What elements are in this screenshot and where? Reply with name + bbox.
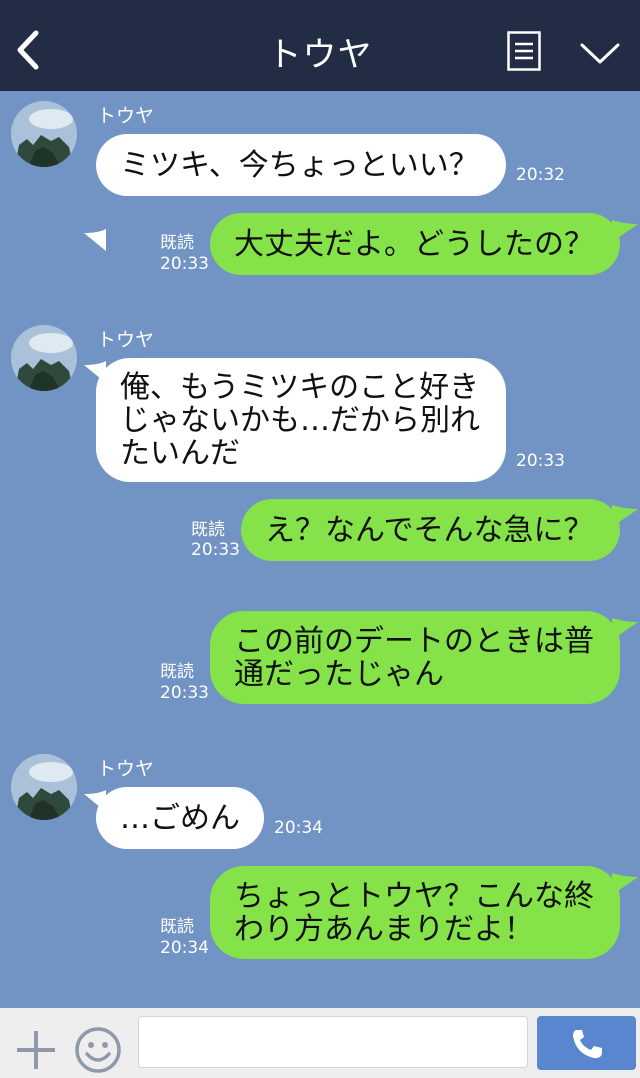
message-composer <box>0 1008 640 1078</box>
bubble-tail <box>612 873 638 895</box>
message-input[interactable] <box>138 1016 528 1068</box>
read-receipt: 既読 <box>191 520 225 540</box>
smiley-icon <box>75 1027 121 1073</box>
menu-button[interactable] <box>507 31 541 71</box>
message-text: ミツキ、今ちょっといい？ <box>120 147 479 183</box>
emoji-button[interactable] <box>74 1026 122 1074</box>
read-receipt: 既読 <box>160 662 194 682</box>
call-button[interactable] <box>537 1016 636 1070</box>
message-text: 大丈夫だよ。どうしたの？ <box>234 226 594 262</box>
sender-name: トウヤ <box>97 329 155 351</box>
message-bubble[interactable]: この前のデートのときは普 通だったじゃん <box>210 611 620 704</box>
message-bubble[interactable]: え？なんでそんな急に？ <box>241 499 620 561</box>
sender-name: トウヤ <box>97 758 155 780</box>
chevron-down-icon <box>580 43 620 64</box>
avatar[interactable] <box>11 101 77 167</box>
message-bubble[interactable]: 俺、もうミツキのこと好き じゃないかも…だから別れ たいんだ <box>96 358 506 482</box>
message-text: ちょっとトウヤ？こんな終 わり方あんまりだよ！ <box>234 878 594 947</box>
message-list[interactable]: トウヤ ミツキ、今ちょっといい？ 20:32 既読 20:33 大丈夫だよ。どう… <box>0 91 640 1008</box>
plus-icon <box>17 1031 55 1069</box>
avatar[interactable] <box>11 754 77 820</box>
message-bubble[interactable]: 大丈夫だよ。どうしたの？ <box>210 213 620 275</box>
list-icon <box>507 31 541 71</box>
chat-header: トウヤ <box>0 0 640 91</box>
read-receipt: 既読 <box>160 233 194 253</box>
message-text: …ごめん <box>120 800 240 836</box>
message-time: 20:33 <box>160 254 209 274</box>
bubble-tail <box>612 505 638 527</box>
message-bubble[interactable]: ミツキ、今ちょっといい？ <box>96 134 506 196</box>
read-receipt: 既読 <box>160 917 194 937</box>
message-text: この前のデートのときは普 通だったじゃん <box>234 623 594 692</box>
message-time: 20:34 <box>160 938 209 958</box>
bubble-tail <box>612 220 638 242</box>
message-time: 20:33 <box>191 540 240 560</box>
bubble-tail <box>612 618 638 640</box>
message-text: 俺、もうミツキのこと好き じゃないかも…だから別れ たいんだ <box>120 369 480 471</box>
collapse-button[interactable] <box>578 38 622 68</box>
chat-title: トウヤ <box>267 35 373 75</box>
phone-icon <box>573 1030 602 1059</box>
add-button[interactable] <box>15 1029 57 1071</box>
message-text: え？なんでそんな急に？ <box>265 512 594 548</box>
message-bubble[interactable]: …ごめん <box>96 787 264 849</box>
message-time: 20:33 <box>160 683 209 703</box>
message-time: 20:33 <box>516 451 565 471</box>
message-time: 20:32 <box>516 165 565 185</box>
bubble-tail <box>84 229 106 251</box>
message-bubble[interactable]: ちょっとトウヤ？こんな終 わり方あんまりだよ！ <box>210 866 620 959</box>
sender-name: トウヤ <box>97 105 155 127</box>
avatar[interactable] <box>11 325 77 391</box>
message-time: 20:34 <box>274 818 323 838</box>
